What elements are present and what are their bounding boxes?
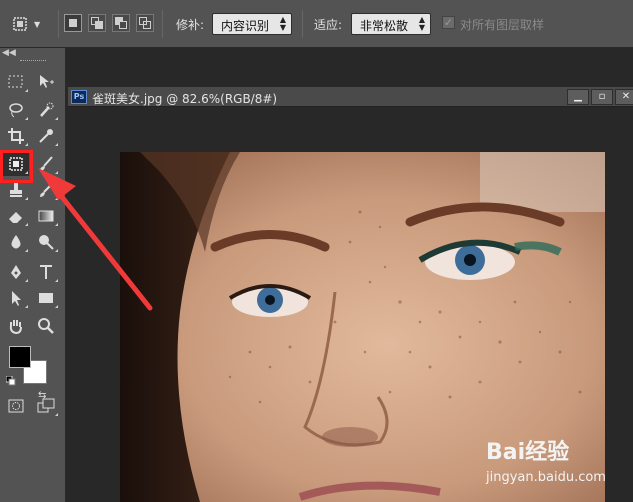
watermark-url: jingyan.baidu.com xyxy=(486,470,606,485)
watermark-brand: Bai经验 xyxy=(486,440,570,465)
annotation-arrow xyxy=(38,168,153,311)
